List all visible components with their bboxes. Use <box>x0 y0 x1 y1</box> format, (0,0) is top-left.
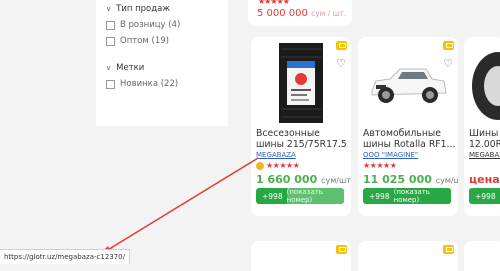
seller-link[interactable]: MEGABAZA <box>256 151 296 159</box>
title-line: шины 215/75R17.5... <box>256 139 348 150</box>
title-line: Всесезонные <box>256 128 320 139</box>
filter-option-label: В розницу (4) <box>120 20 181 30</box>
seller-avatar-icon <box>256 161 264 170</box>
product-title[interactable]: Шины 12.00R2 <box>469 128 500 150</box>
phone-action-label: (показать номер) <box>393 188 451 204</box>
rating-stars: ★★★★★ <box>258 0 290 6</box>
filter-option-retail[interactable]: В розницу (4) <box>106 20 180 30</box>
price-unit: сум/шт. <box>435 176 458 185</box>
seller-rating: ★★★★★ <box>256 161 300 170</box>
rating-stars: ★★★★★ <box>363 161 397 170</box>
filter-option-label: Новинка (22) <box>120 79 179 89</box>
seller-rating: ★★★★★ <box>363 161 397 170</box>
checkbox[interactable] <box>106 20 115 30</box>
title-line: шины Rotalla RF1... <box>363 139 455 150</box>
chat-icon[interactable] <box>336 41 347 50</box>
checkbox[interactable] <box>106 36 115 46</box>
product-image[interactable] <box>468 51 500 121</box>
product-card-partial[interactable]: ★★★★★ 5 000 000 сум / шт. <box>248 0 352 26</box>
rating-stars: ★★★★★ <box>266 161 300 170</box>
chat-icon[interactable] <box>443 245 454 254</box>
phone-action-label: (показать номер) <box>286 188 344 204</box>
product-price: 1 660 000 сум/шт. <box>256 173 351 186</box>
product-price: 11 025 000 сум/шт. <box>363 173 458 186</box>
product-price: 5 000 000 сум / шт. <box>257 8 346 19</box>
product-card-partial[interactable]: Шины 12.00R2 MEGABAZ цена д +998 <box>464 37 500 216</box>
phone-code: +998 <box>262 191 283 201</box>
filter-group-header[interactable]: ∨ Тип продаж <box>106 4 180 14</box>
title-line: Автомобильные <box>363 128 441 139</box>
price-unit: сум/шт. <box>321 176 351 185</box>
price-value: 1 660 000 <box>256 173 318 186</box>
title-line: Шины <box>469 128 499 139</box>
product-card[interactable]: ♡ Всесезонные шины 215/75R17.5... MEGABA… <box>251 37 351 216</box>
phone-code: +998 <box>369 191 390 201</box>
filter-group-title: Метки <box>116 63 145 73</box>
chevron-down-icon: ∨ <box>106 4 112 13</box>
show-phone-button[interactable]: +998 <box>469 188 500 204</box>
title-line: 12.00R2 <box>469 139 500 150</box>
checkbox[interactable] <box>106 79 115 89</box>
price-value: 11 025 000 <box>363 173 432 186</box>
product-card-partial[interactable] <box>358 241 458 271</box>
heart-icon[interactable]: ♡ <box>336 58 346 69</box>
product-price: цена д <box>469 173 500 186</box>
filter-group-tags: ∨ Метки Новинка (22) <box>106 63 178 89</box>
seller-link[interactable]: MEGABAZ <box>469 151 500 159</box>
phone-code: +998 <box>475 191 496 201</box>
chat-icon[interactable] <box>336 245 347 254</box>
filter-group-sale-type: ∨ Тип продаж В розницу (4) Оптом (19) <box>106 4 180 46</box>
price-value: 5 000 000 <box>257 8 308 19</box>
filter-option-wholesale[interactable]: Оптом (19) <box>106 36 180 46</box>
seller-link[interactable]: ООО "IMAGINE" <box>363 151 418 159</box>
product-title[interactable]: Всесезонные шины 215/75R17.5... <box>256 128 348 150</box>
product-card-partial[interactable] <box>464 241 500 271</box>
filter-group-title: Тип продаж <box>116 4 170 14</box>
heart-icon[interactable]: ♡ <box>443 58 453 69</box>
show-phone-button[interactable]: +998 (показать номер) <box>363 188 451 204</box>
price-value: цена д <box>469 173 500 186</box>
show-phone-button[interactable]: +998 (показать номер) <box>256 188 344 204</box>
status-bar-url: https://glotr.uz/megabaza-c12370/ <box>0 249 130 264</box>
filter-option-new[interactable]: Новинка (22) <box>106 79 178 89</box>
price-unit: сум / шт. <box>311 9 347 18</box>
filter-group-header[interactable]: ∨ Метки <box>106 63 178 73</box>
filter-panel: ∨ Тип продаж В розницу (4) Оптом (19) ∨ … <box>96 0 228 126</box>
chevron-down-icon: ∨ <box>106 63 112 72</box>
product-card-partial[interactable] <box>251 241 351 271</box>
product-card[interactable]: ♡ Автомобильные шины Rotalla RF1... ООО … <box>358 37 458 216</box>
product-image[interactable] <box>269 43 333 123</box>
product-title[interactable]: Автомобильные шины Rotalla RF1... <box>363 128 455 150</box>
product-image[interactable] <box>366 61 450 111</box>
filter-option-label: Оптом (19) <box>120 36 169 46</box>
chat-icon[interactable] <box>443 41 454 50</box>
